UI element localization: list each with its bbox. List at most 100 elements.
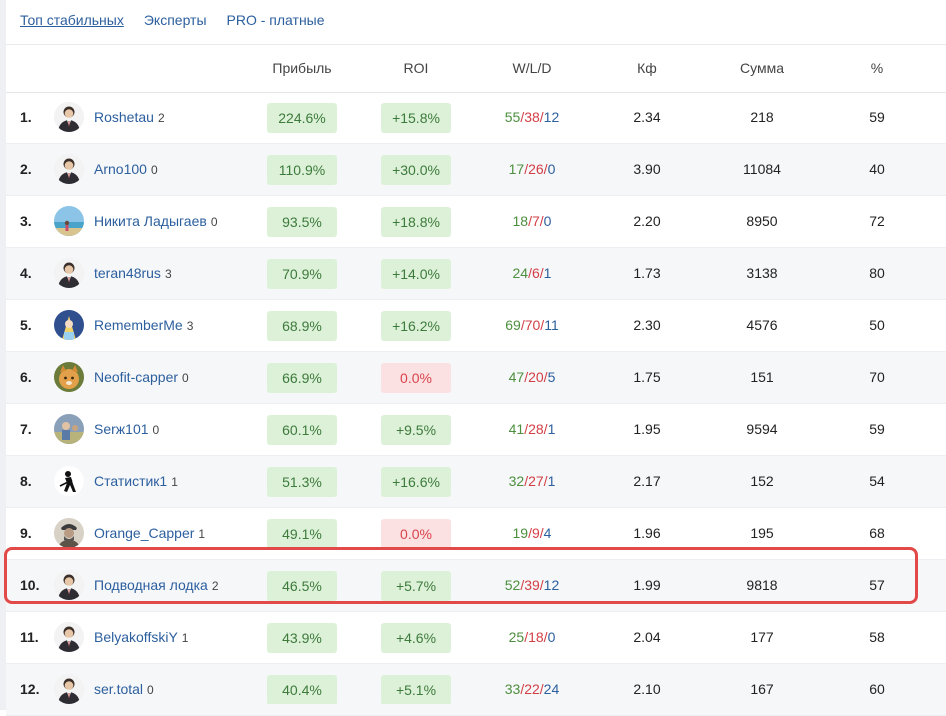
user-badge-count: 0 (147, 683, 154, 697)
percent-value: 54 (869, 473, 885, 489)
percent-value: 50 (869, 317, 885, 333)
draws-count: 11 (544, 317, 559, 333)
beach-photo-avatar-icon[interactable] (54, 206, 84, 236)
sum-value: 152 (750, 473, 774, 489)
kf-value: 2.17 (633, 473, 661, 489)
roi-badge: +4.6% (381, 623, 451, 653)
sum-value: 4576 (746, 317, 778, 333)
header-percent[interactable]: % (871, 45, 883, 92)
losses-count: 20 (528, 369, 544, 385)
tab-experts[interactable]: Эксперты (144, 12, 207, 28)
user-name-link[interactable]: Neofit-capper (94, 369, 178, 385)
user-name-link[interactable]: Никита Ладыгаев (94, 213, 207, 229)
cat-avatar-icon[interactable] (54, 362, 84, 392)
table-row: 3. Никита Ладыгаев 0 93.5% +18.8% 18/7/0 2.20 8… (6, 196, 946, 248)
header-wld[interactable]: W/L/D (513, 45, 552, 92)
user-badge-count: 1 (171, 475, 178, 489)
wins-count: 17 (508, 161, 525, 177)
sum-value: 9594 (746, 421, 778, 437)
user-name-link[interactable]: Orange_Capper (94, 525, 194, 541)
wld-value: 17/26/0 (509, 144, 556, 195)
user-badge-count: 3 (186, 319, 194, 333)
user-name-link[interactable]: ser.total (94, 681, 143, 697)
person-avatar-icon[interactable] (54, 258, 84, 288)
header-kf[interactable]: Кф (637, 45, 657, 92)
draws-count: 1 (547, 421, 556, 437)
sum-value: 218 (750, 109, 774, 125)
wld-value: 19/9/4 (513, 508, 552, 559)
header-roi[interactable]: ROI (404, 45, 429, 92)
percent-value: 70 (869, 369, 885, 385)
table-row: 11. BelyakoffskiY 1 43.9% +4.6% 25/18/0 2.04 17… (6, 612, 946, 664)
wins-count: 52 (504, 577, 521, 593)
user-name-cell: BelyakoffskiY 1 (94, 612, 188, 664)
header-profit[interactable]: Прибыль (272, 45, 331, 92)
user-name-link[interactable]: Подводная лодка (94, 577, 208, 593)
tab-top-stable[interactable]: Топ стабильных (20, 12, 124, 28)
person-avatar-icon[interactable] (54, 570, 84, 600)
header-sum[interactable]: Сумма (740, 45, 784, 92)
draws-count: 0 (547, 629, 556, 645)
user-name-link[interactable]: Arno100 (94, 161, 147, 177)
percent-value: 57 (869, 577, 885, 593)
tab-bar: Топ стабильных Эксперты PRO - платные (20, 0, 325, 40)
person-avatar-icon[interactable] (54, 102, 84, 132)
losses-count: 27 (528, 473, 544, 489)
kf-value: 1.96 (633, 525, 661, 541)
user-name-cell: Arno100 0 (94, 144, 158, 196)
wld-value: 69/70/11 (505, 300, 558, 351)
wins-count: 24 (512, 265, 529, 281)
losses-count: 38 (524, 109, 540, 125)
roi-badge: +14.0% (381, 259, 451, 289)
draws-count: 1 (543, 265, 552, 281)
rank-number: 5. (20, 317, 32, 333)
profit-badge: 66.9% (267, 363, 337, 393)
user-name-cell: Serж101 0 (94, 404, 159, 456)
kf-value: 2.20 (633, 213, 661, 229)
photo-avatar-icon[interactable] (54, 414, 84, 444)
user-name-cell: Orange_Capper 1 (94, 508, 205, 560)
sum-value: 9818 (746, 577, 778, 593)
roi-badge: +15.8% (381, 103, 451, 133)
rank-number: 2. (20, 161, 32, 177)
user-name-link[interactable]: Статистик1 (94, 473, 167, 489)
user-name-link[interactable]: Roshetau (94, 109, 154, 125)
wins-count: 47 (508, 369, 525, 385)
user-name-link[interactable]: teran48rus (94, 265, 161, 281)
profit-badge: 40.4% (267, 675, 337, 705)
rank-number: 3. (20, 213, 32, 229)
rank-number: 11. (20, 629, 39, 645)
user-badge-count: 0 (152, 423, 160, 437)
portrait-avatar-icon[interactable] (54, 518, 84, 548)
user-name-cell: teran48rus 3 (94, 248, 172, 300)
wins-count: 25 (508, 629, 525, 645)
roi-badge: 0.0% (381, 363, 451, 393)
user-name-link[interactable]: Serж101 (94, 421, 149, 437)
wins-count: 41 (508, 421, 525, 437)
kf-value: 1.99 (633, 577, 661, 593)
sum-value: 177 (750, 629, 774, 645)
user-name-link[interactable]: BelyakoffskiY (94, 629, 178, 645)
roi-badge: 0.0% (381, 519, 451, 549)
draws-count: 4 (543, 525, 552, 541)
person-avatar-icon[interactable] (54, 674, 84, 704)
user-badge-count: 0 (210, 215, 218, 229)
anime-avatar-icon[interactable] (54, 310, 84, 340)
draws-count: 12 (543, 577, 560, 593)
user-badge-count: 1 (198, 527, 206, 541)
wins-count: 55 (504, 109, 521, 125)
losses-count: 28 (528, 421, 544, 437)
losses-count: 39 (524, 577, 540, 593)
person-avatar-icon[interactable] (54, 622, 84, 652)
percent-value: 40 (869, 161, 885, 177)
person-avatar-icon[interactable] (54, 154, 84, 184)
tab-pro-paid[interactable]: PRO - платные (227, 12, 325, 28)
table-row: 5. RememberMe 3 68.9% +16.2% 69/70/11 2.30 4576… (6, 300, 946, 352)
roi-badge: +5.7% (381, 571, 451, 601)
hockey-player-avatar-icon[interactable] (54, 466, 84, 496)
user-name-link[interactable]: RememberMe (94, 317, 183, 333)
wld-value: 52/39/12 (505, 560, 560, 611)
wins-count: 18 (512, 213, 529, 229)
draws-count: 1 (547, 473, 556, 489)
user-badge-count: 0 (150, 163, 158, 177)
